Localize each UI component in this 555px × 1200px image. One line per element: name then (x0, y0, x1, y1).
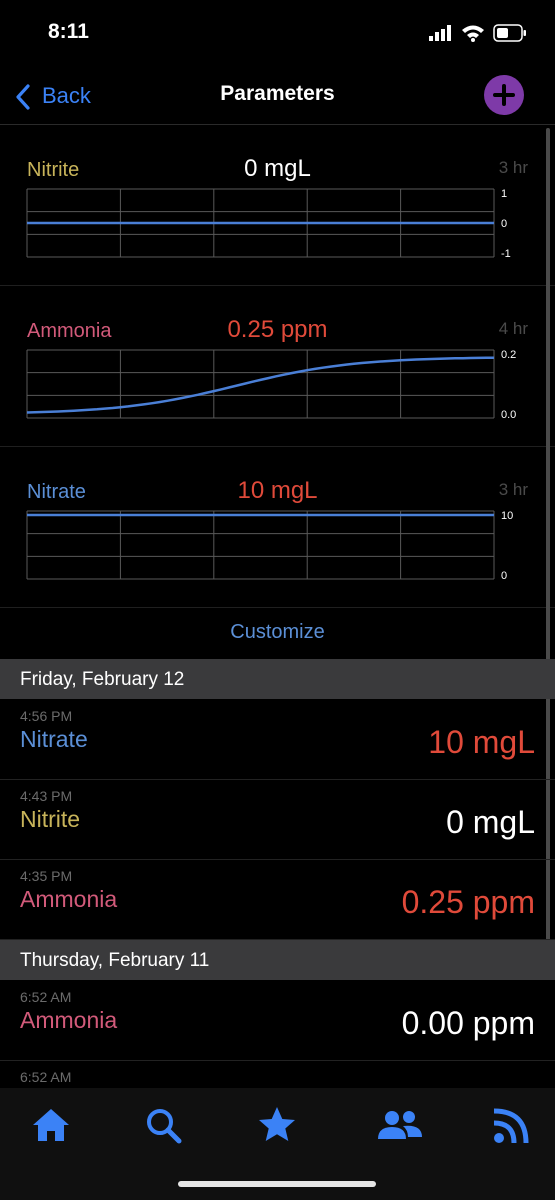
chart-card-nitrate[interactable]: Nitrate 10 mgL 3 hr 10 0 (0, 447, 555, 608)
tick-label: 0.2 (501, 349, 516, 361)
entry-time: 6:52 AM (20, 989, 72, 1005)
list-item[interactable]: 6:52 AM Ammonia 0.00 ppm (0, 980, 555, 1061)
entry-value: 0.25 ppm (401, 884, 535, 920)
page-title: Parameters (220, 82, 335, 105)
tab-home[interactable] (29, 1103, 73, 1147)
tick-label: 0 (501, 570, 507, 582)
list-item[interactable]: 4:43 PM Nitrite 0 mgL (0, 779, 555, 860)
entry-time: 6:52 AM (20, 1069, 72, 1085)
tick-label: 10 (501, 510, 513, 522)
entry-name: Ammonia (20, 886, 118, 912)
list-item[interactable]: 4:56 PM Nitrate 10 mgL (0, 699, 555, 780)
star-icon (259, 1107, 295, 1141)
people-icon (378, 1111, 422, 1139)
tab-search[interactable] (141, 1103, 185, 1147)
wifi-icon (462, 25, 484, 42)
day-date: Thursday, February 11 (20, 950, 210, 971)
tab-favorites[interactable] (255, 1103, 299, 1147)
list-item[interactable]: 4:35 PM Ammonia 0.25 ppm (0, 859, 555, 940)
day-header: Friday, February 12 (0, 659, 555, 699)
nav-bar: Back Parameters (0, 70, 555, 125)
tab-feed[interactable] (490, 1103, 534, 1147)
tab-community[interactable] (376, 1103, 422, 1147)
entry-name: Ammonia (20, 1007, 118, 1033)
search-icon (147, 1109, 182, 1144)
tick-label: 1 (501, 188, 507, 200)
tick-label: 0 (501, 218, 507, 230)
status-icons (429, 22, 529, 44)
tick-label: -1 (501, 248, 511, 260)
tick-label: 0.0 (501, 409, 516, 421)
chart-plot: 1 0 -1 (26, 188, 511, 260)
home-icon (33, 1109, 69, 1141)
entry-name: Nitrate (20, 726, 88, 752)
home-indicator[interactable] (178, 1181, 376, 1187)
series-line (26, 356, 495, 414)
entry-name: Nitrite (20, 806, 81, 832)
plus-icon (493, 84, 515, 106)
day-date: Friday, February 12 (20, 669, 185, 690)
signal-icon (429, 25, 451, 41)
status-bar: 8:11 (0, 0, 555, 70)
status-time: 8:11 (48, 20, 89, 43)
chart-card-ammonia[interactable]: Ammonia 0.25 ppm 4 hr 0.2 0.0 (0, 286, 555, 447)
entry-value: 10 mgL (428, 724, 535, 760)
entry-time: 4:43 PM (20, 788, 73, 804)
chart-card-nitrite[interactable]: Nitrite 0 mgL 3 hr 1 0 -1 (0, 125, 555, 286)
day-header: Thursday, February 11 (0, 940, 555, 980)
rss-icon (493, 1108, 529, 1144)
charts-section: Nitrite 0 mgL 3 hr 1 0 -1 Ammonia 0.25 ppm… (0, 125, 555, 608)
entry-time: 4:35 PM (20, 868, 73, 884)
chart-plot: 10 0 (26, 510, 513, 582)
battery-icon (493, 24, 526, 42)
customize-button[interactable]: Customize (0, 606, 555, 658)
chart-plot: 0.2 0.0 (26, 349, 516, 421)
entry-time: 4:56 PM (20, 708, 73, 724)
entry-value: 0.00 ppm (401, 1005, 535, 1041)
add-button[interactable] (484, 75, 524, 115)
entry-value: 0 mgL (446, 804, 535, 840)
